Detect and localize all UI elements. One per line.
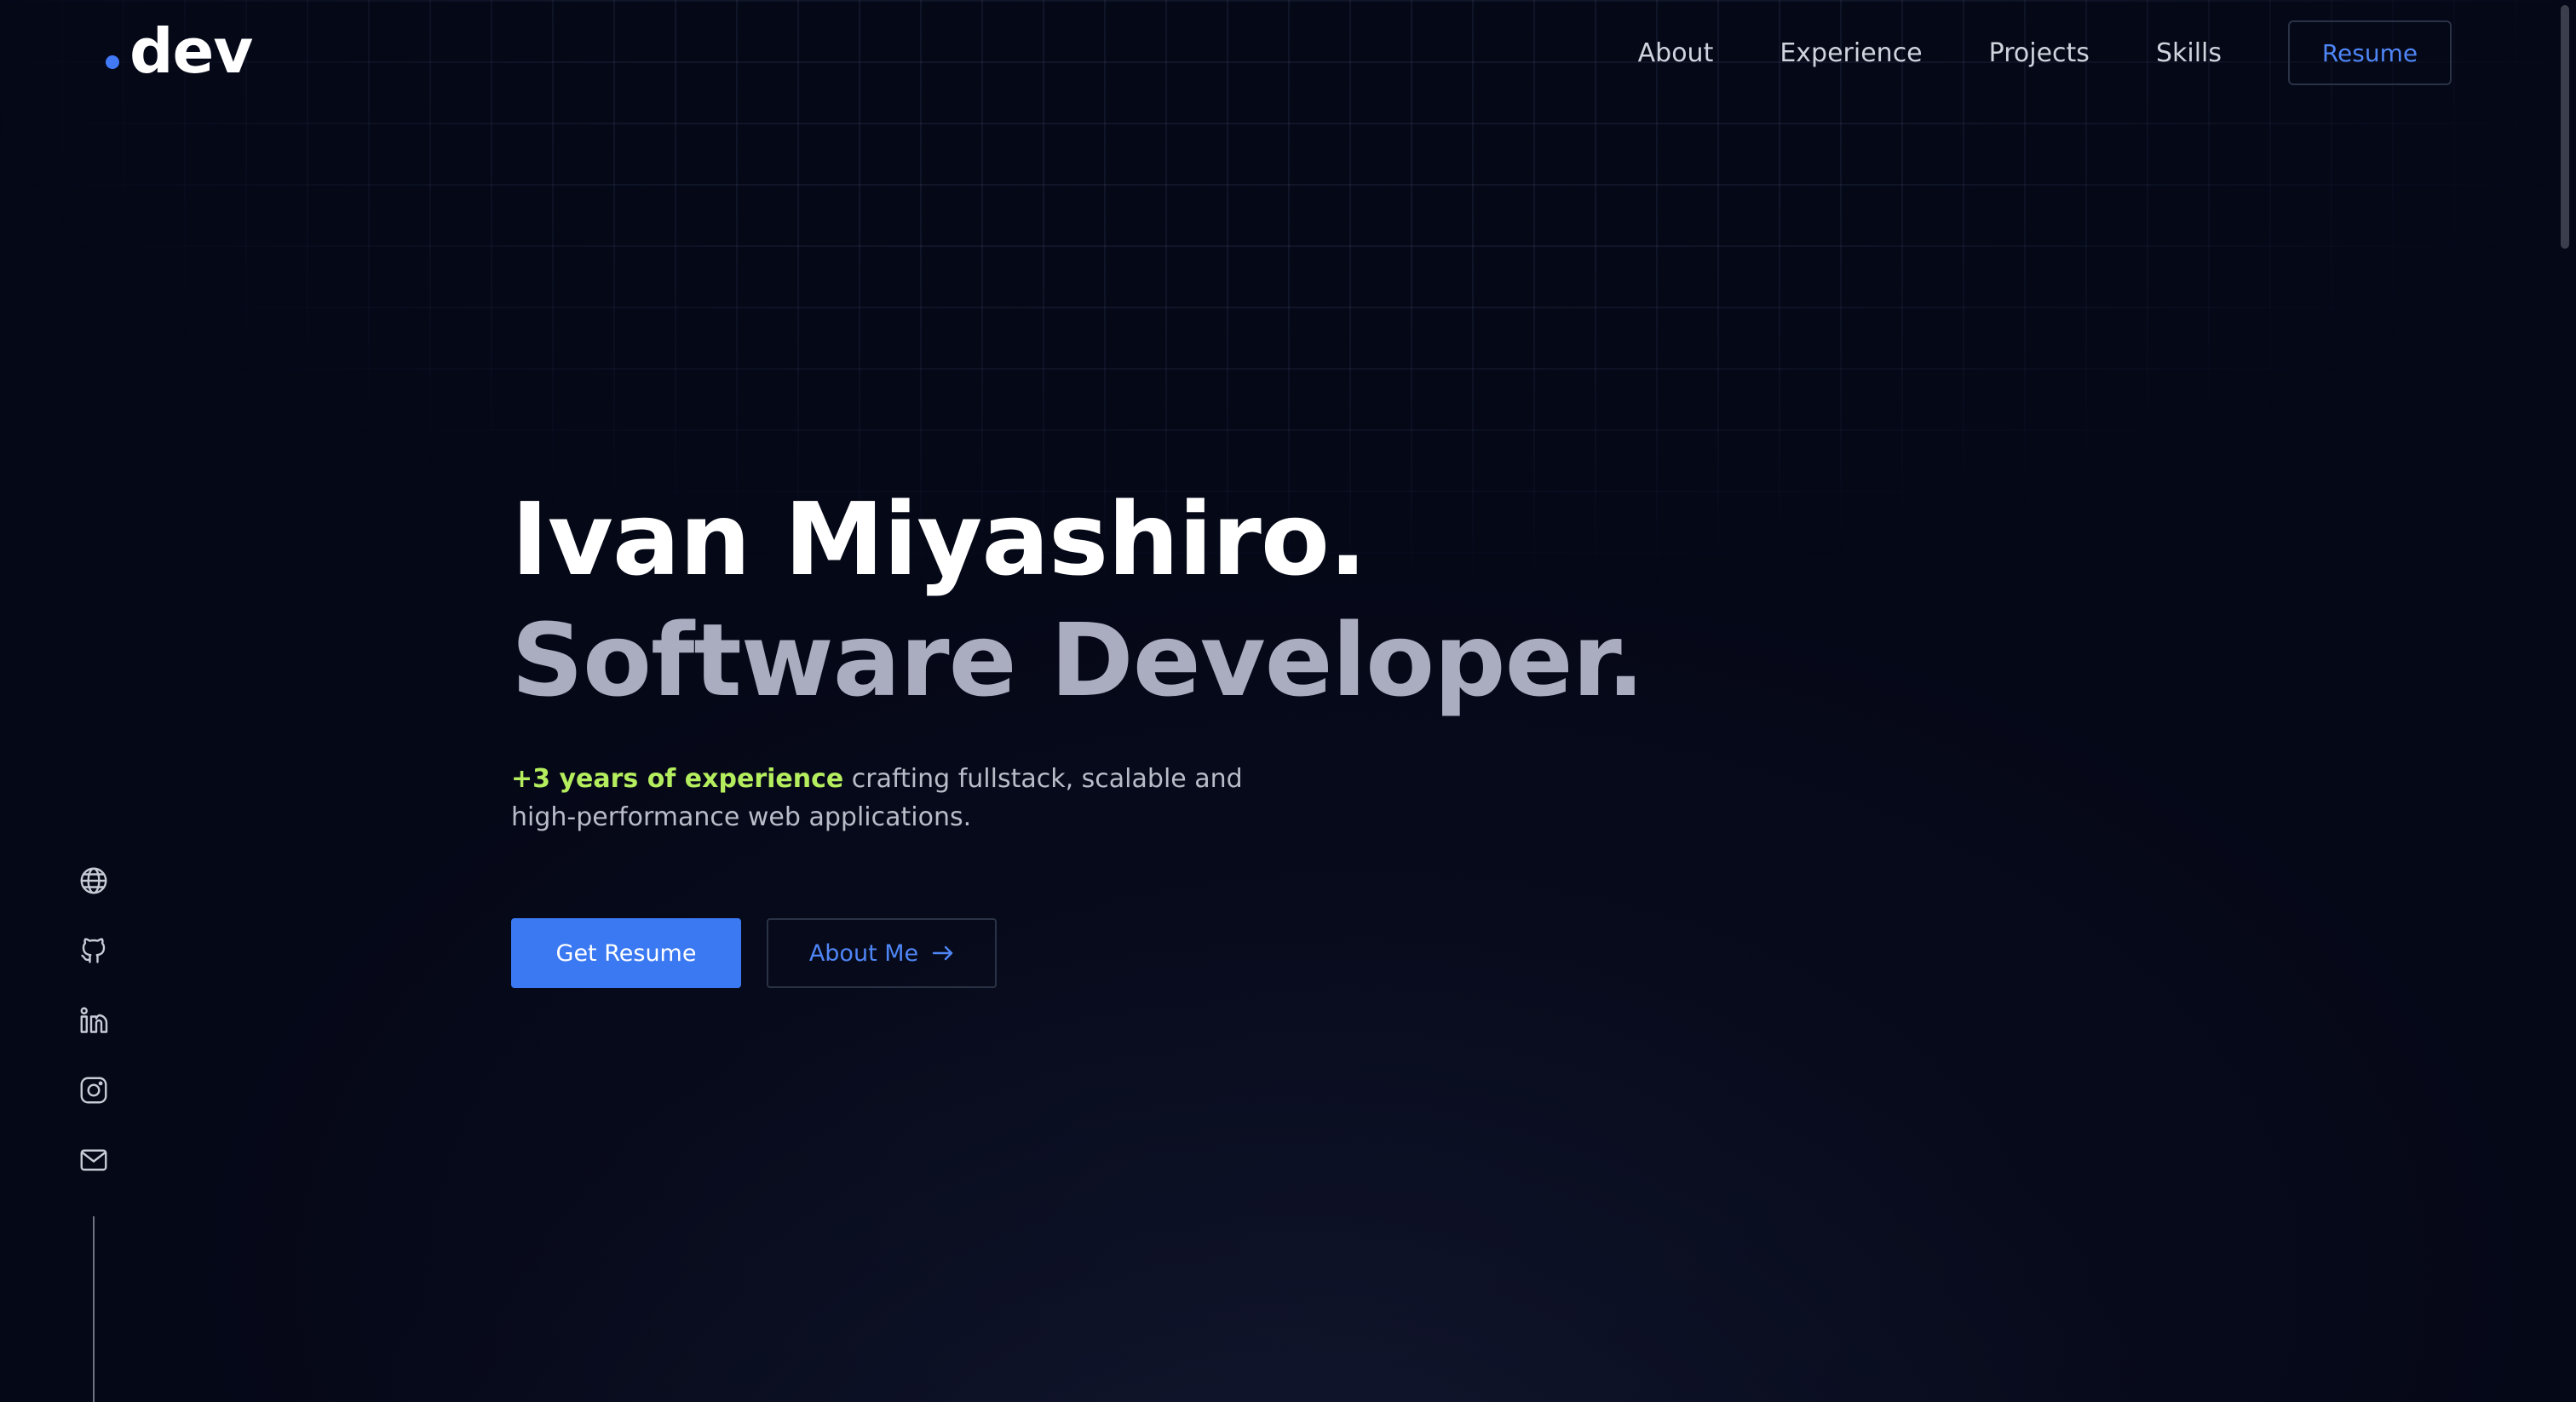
social-links: [75, 865, 112, 1175]
main-nav: About Experience Projects Skills Resume: [1638, 20, 2452, 85]
github-icon[interactable]: [75, 935, 112, 966]
resume-button[interactable]: Resume: [2288, 20, 2452, 85]
logo[interactable]: dev: [106, 15, 253, 92]
arrow-right-icon: [932, 945, 954, 962]
globe-icon[interactable]: [75, 865, 112, 896]
experience-highlight: +3 years of experience: [511, 764, 844, 794]
get-resume-button[interactable]: Get Resume: [511, 918, 741, 988]
nav-item-skills[interactable]: Skills: [2156, 38, 2222, 68]
nav-item-projects[interactable]: Projects: [1989, 38, 2090, 68]
about-me-button[interactable]: About Me: [767, 918, 997, 988]
instagram-icon[interactable]: [75, 1075, 112, 1106]
mail-icon[interactable]: [75, 1145, 112, 1175]
nav-item-experience[interactable]: Experience: [1780, 38, 1922, 68]
nav-item-about[interactable]: About: [1638, 38, 1714, 68]
logo-dot: [106, 55, 119, 69]
hero-buttons: Get Resume About Me: [511, 918, 1644, 988]
linkedin-icon[interactable]: [75, 1005, 112, 1036]
scrollbar-thumb[interactable]: [2561, 5, 2569, 249]
hero-role: Software Developer.: [511, 601, 1645, 719]
hero-section: Ivan Miyashiro. Software Developer. +3 y…: [511, 479, 1645, 988]
about-me-label: About Me: [808, 939, 919, 967]
social-divider-line: [93, 1216, 95, 1402]
hero-name: Ivan Miyashiro.: [511, 480, 1367, 598]
logo-text: dev: [129, 15, 253, 87]
hero-description: +3 years of experience crafting fullstac…: [511, 760, 1278, 836]
